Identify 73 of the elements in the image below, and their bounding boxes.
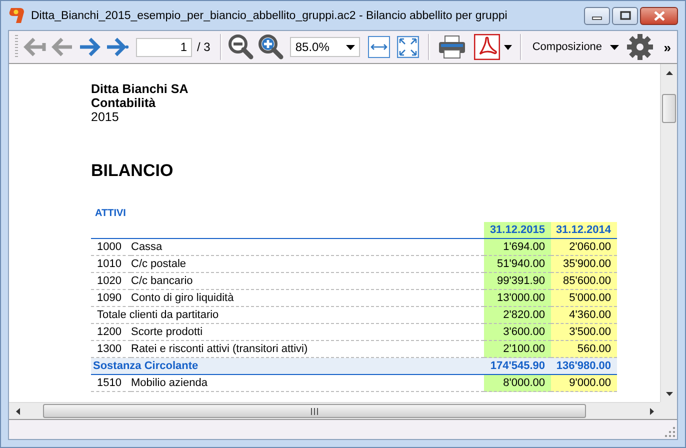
amount-cell: 2'820.00 — [484, 307, 551, 324]
account-number: 1020 — [91, 273, 131, 290]
account-number: 1010 — [91, 256, 131, 273]
pdf-button[interactable] — [474, 34, 500, 60]
vertical-scrollbar[interactable] — [660, 64, 677, 402]
amount-cell: 4'360.00 — [551, 307, 617, 324]
account-number: 1000 — [91, 239, 131, 256]
column-header: 31.12.2015 — [484, 222, 551, 239]
amount-cell: 35'900.00 — [551, 256, 617, 273]
group-total-label: Sostanza Circolante — [91, 358, 484, 375]
composition-menu[interactable]: Composizione — [530, 41, 622, 53]
amount-cell: 51'940.00 — [484, 256, 551, 273]
account-description: C/c postale — [131, 256, 484, 273]
account-description: Conto di giro liquidità — [131, 290, 484, 307]
left-arrow-icon[interactable] — [16, 408, 20, 414]
last-page-button[interactable] — [106, 36, 130, 58]
fit-width-button[interactable] — [368, 36, 390, 58]
report-subtitle: Contabilità — [91, 96, 156, 110]
caret-icon — [610, 44, 620, 50]
up-arrow-icon[interactable] — [666, 70, 673, 74]
report-title: BILANCIO — [91, 161, 174, 181]
zoom-dropdown[interactable]: 85.0% — [290, 37, 360, 57]
group-total-amount: 136'980.00 — [551, 358, 617, 375]
caret-icon — [346, 44, 356, 50]
right-arrow-icon[interactable] — [650, 408, 654, 414]
minimize-button[interactable] — [584, 6, 610, 24]
page-field[interactable]: 1 — [136, 38, 192, 56]
amount-cell: 85'600.00 — [551, 273, 617, 290]
amount-cell: 2'100.00 — [484, 341, 551, 358]
company-name: Ditta Bianchi SA — [91, 82, 188, 96]
maximize-button[interactable] — [612, 6, 638, 24]
account-number: 1200 — [91, 324, 131, 341]
account-description: C/c bancario — [131, 273, 484, 290]
account-number: 1090 — [91, 290, 131, 307]
scrollbar-thumb[interactable] — [43, 404, 586, 418]
account-number: 1510 — [91, 375, 131, 392]
horizontal-scrollbar[interactable] — [9, 402, 660, 419]
pdf-options-button[interactable] — [504, 44, 512, 50]
amount-cell: 1'694.00 — [484, 239, 551, 256]
amount-cell: 5'000.00 — [551, 290, 617, 307]
amount-cell: 13'000.00 — [484, 290, 551, 307]
report-year: 2015 — [91, 110, 119, 124]
next-page-button[interactable] — [78, 36, 102, 58]
amount-cell: 9'000.00 — [551, 375, 617, 392]
section-heading: ATTIVI — [95, 208, 126, 220]
amount-cell: 560.00 — [551, 341, 617, 358]
maximize-icon[interactable] — [620, 11, 630, 20]
page-count: / 3 — [197, 40, 210, 54]
zoom-in-button[interactable] — [258, 34, 284, 60]
group-total-amount: 174'545.90 — [484, 358, 551, 375]
fit-page-button[interactable] — [397, 36, 420, 58]
amount-cell: 3'500.00 — [551, 324, 617, 341]
column-header: 31.12.2014 — [551, 222, 617, 239]
more-tools-button[interactable]: » — [664, 40, 671, 54]
zoom-out-button[interactable] — [228, 34, 254, 60]
app-logo-icon — [8, 7, 25, 24]
print-button[interactable] — [438, 35, 466, 59]
window-title: Ditta_Bianchi_2015_esempio_per_biancio_abbellito_gruppi.ac2 - Bilancio abbellito per gruppi — [31, 10, 508, 22]
resize-grip-icon[interactable] — [665, 427, 675, 437]
close-icon[interactable] — [654, 10, 664, 20]
account-description: Cassa — [131, 239, 484, 256]
grip-icon — [311, 408, 318, 414]
account-description: Scorte prodotti — [131, 324, 484, 341]
amount-cell: 2'060.00 — [551, 239, 617, 256]
total-description: Totale clienti da partitario — [91, 307, 484, 324]
account-description: Mobilio azienda — [131, 375, 484, 392]
amount-cell: 99'391.90 — [484, 273, 551, 290]
amount-cell: 3'600.00 — [484, 324, 551, 341]
down-arrow-icon[interactable] — [666, 392, 673, 396]
scrollbar-thumb[interactable] — [662, 94, 676, 123]
amount-cell: 8'000.00 — [484, 375, 551, 392]
settings-button[interactable] — [627, 34, 654, 60]
close-button[interactable] — [640, 6, 678, 24]
